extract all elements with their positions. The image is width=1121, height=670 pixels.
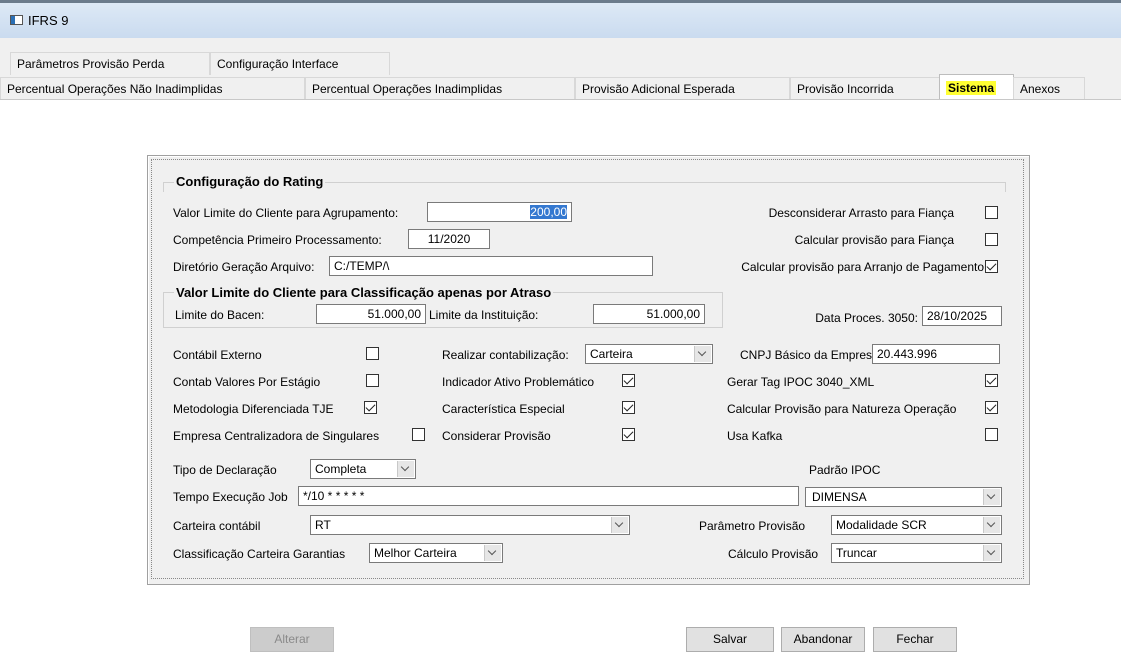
tempo-job-label: Tempo Execução Job <box>173 490 288 504</box>
class-garantias-value: Melhor Carteira <box>374 546 457 560</box>
calc-fianca-label: Calcular provisão para Fiança <box>794 233 954 247</box>
chevron-down-icon[interactable] <box>983 489 1000 505</box>
tab-configuracao-interface[interactable]: Configuração Interface <box>210 52 390 75</box>
bacen-input[interactable]: 51.000,00 <box>316 304 426 324</box>
caracteristica-checkbox[interactable] <box>622 401 635 414</box>
contabil-externo-checkbox[interactable] <box>366 347 379 360</box>
abandonar-button[interactable]: Abandonar <box>781 627 865 652</box>
tipo-decl-value: Completa <box>315 462 367 476</box>
app-icon <box>10 15 23 25</box>
tab-percentual-nao-inadimplidas[interactable]: Percentual Operações Não Inadimplidas <box>0 77 305 100</box>
tab-anexos[interactable]: Anexos <box>1013 77 1085 100</box>
usa-kafka-checkbox[interactable] <box>985 428 998 441</box>
tempo-job-input[interactable]: */10 * * * * * <box>298 486 799 506</box>
desconsiderar-label: Desconsiderar Arrasto para Fiança <box>768 206 954 220</box>
window-title: IFRS 9 <box>28 13 69 28</box>
tab-percentual-inadimplidas[interactable]: Percentual Operações Inadimplidas <box>305 77 575 100</box>
calc-natureza-label: Calcular Provisão para Natureza Operação <box>727 402 957 416</box>
tab-label: Sistema <box>946 81 997 95</box>
calc-arranjo-label: Calcular provisão para Arranjo de Pagame… <box>741 260 984 274</box>
chevron-down-icon[interactable] <box>694 346 711 362</box>
padrao-ipoc-combo[interactable]: DIMENSA <box>805 487 1002 507</box>
salvar-button[interactable]: Salvar <box>686 627 774 652</box>
metodologia-checkbox[interactable] <box>364 401 377 414</box>
usa-kafka-label: Usa Kafka <box>727 429 783 443</box>
padrao-ipoc-value: DIMENSA <box>812 490 867 504</box>
considerar-provisao-label: Considerar Provisão <box>442 429 551 443</box>
param-prov-label: Parâmetro Provisão <box>699 519 806 533</box>
alterar-button[interactable]: Alterar <box>250 627 334 652</box>
empresa-centralizadora-checkbox[interactable] <box>412 428 425 441</box>
valor-limite-label: Valor Limite do Cliente para Agrupamento… <box>173 206 399 220</box>
carteira-combo[interactable]: RT <box>310 515 630 535</box>
considerar-provisao-checkbox[interactable] <box>622 428 635 441</box>
tab-sistema[interactable]: Sistema <box>939 74 1014 100</box>
chevron-down-icon[interactable] <box>611 517 628 533</box>
param-prov-value: Modalidade SCR <box>836 518 927 532</box>
diretorio-input[interactable]: C:/TEMP/\ <box>329 256 653 276</box>
tipo-decl-combo[interactable]: Completa <box>310 459 416 479</box>
realizar-contab-value: Carteira <box>590 347 633 361</box>
calc-prov-combo[interactable]: Truncar <box>831 543 1002 563</box>
config-panel: Configuração do Rating Valor Limite do C… <box>147 155 1030 585</box>
param-prov-combo[interactable]: Modalidade SCR <box>831 515 1002 535</box>
tab-label: Provisão Adicional Esperada <box>582 82 735 96</box>
chevron-down-icon[interactable] <box>983 545 1000 561</box>
tab-label: Percentual Operações Inadimplidas <box>312 82 503 96</box>
metodologia-label: Metodologia Diferenciada TJE <box>173 402 334 416</box>
competencia-input[interactable]: 11/2020 <box>408 229 490 249</box>
calc-arranjo-checkbox[interactable] <box>985 260 998 273</box>
valor-limite-value: 200,00 <box>530 205 567 219</box>
class-garantias-combo[interactable]: Melhor Carteira <box>369 543 503 563</box>
competencia-label: Competência Primeiro Processamento: <box>173 233 382 247</box>
chevron-down-icon[interactable] <box>397 461 414 477</box>
indicador-ativo-label: Indicador Ativo Problemático <box>442 375 595 389</box>
instituicao-label: Limite da Instituição: <box>429 308 539 322</box>
tab-label: Configuração Interface <box>217 57 339 71</box>
tab-label: Anexos <box>1020 82 1061 96</box>
tab-label: Provisão Incorrida <box>797 82 894 96</box>
empresa-centralizadora-label: Empresa Centralizadora de Singulares <box>173 429 380 443</box>
class-garantias-label: Classificação Carteira Garantias <box>173 547 346 561</box>
chevron-down-icon[interactable] <box>983 517 1000 533</box>
data-proces-input[interactable]: 28/10/2025 <box>922 306 1002 326</box>
desconsiderar-checkbox[interactable] <box>985 206 998 219</box>
chevron-down-icon[interactable] <box>484 545 501 561</box>
data-proces-label: Data Proces. 3050: <box>815 311 918 325</box>
indicador-ativo-checkbox[interactable] <box>622 374 635 387</box>
gerar-tag-checkbox[interactable] <box>985 374 998 387</box>
tab-provisao-adicional[interactable]: Provisão Adicional Esperada <box>575 77 790 100</box>
valor-limite-input[interactable]: 200,00 <box>427 202 572 222</box>
cnpj-label: CNPJ Básico da Empresa: <box>740 348 883 362</box>
atraso-group-title: Valor Limite do Cliente para Classificaç… <box>174 285 554 300</box>
carteira-value: RT <box>315 518 331 532</box>
padrao-ipoc-label: Padrão IPOC <box>809 463 881 477</box>
realizar-contab-combo[interactable]: Carteira <box>585 344 713 364</box>
contab-valores-label: Contab Valores Por Estágio <box>173 375 321 389</box>
carteira-label: Carteira contábil <box>173 519 261 533</box>
tipo-decl-label: Tipo de Declaração <box>173 463 277 477</box>
caracteristica-label: Característica Especial <box>442 402 565 416</box>
tab-parametros-provisao-perda[interactable]: Parâmetros Provisão Perda <box>10 52 210 75</box>
realizar-contab-label: Realizar contabilização: <box>442 348 569 362</box>
instituicao-input[interactable]: 51.000,00 <box>593 304 705 324</box>
tab-provisao-incorrida[interactable]: Provisão Incorrida <box>790 77 940 100</box>
contabil-externo-label: Contábil Externo <box>173 348 262 362</box>
calc-prov-value: Truncar <box>836 546 877 560</box>
gerar-tag-label: Gerar Tag IPOC 3040_XML <box>727 375 875 389</box>
rating-group-title: Configuração do Rating <box>174 174 326 189</box>
fechar-button[interactable]: Fechar <box>873 627 957 652</box>
calc-natureza-checkbox[interactable] <box>985 401 998 414</box>
bacen-label: Limite do Bacen: <box>175 308 265 322</box>
cnpj-input[interactable]: 20.443.996 <box>872 344 1000 364</box>
window-titlebar: IFRS 9 <box>0 0 1121 38</box>
contab-valores-checkbox[interactable] <box>366 374 379 387</box>
tab-label: Parâmetros Provisão Perda <box>17 57 165 71</box>
tab-label: Percentual Operações Não Inadimplidas <box>7 82 223 96</box>
diretorio-label: Diretório Geração Arquivo: <box>173 260 315 274</box>
calc-prov-label: Cálculo Provisão <box>728 547 819 561</box>
calc-fianca-checkbox[interactable] <box>985 233 998 246</box>
